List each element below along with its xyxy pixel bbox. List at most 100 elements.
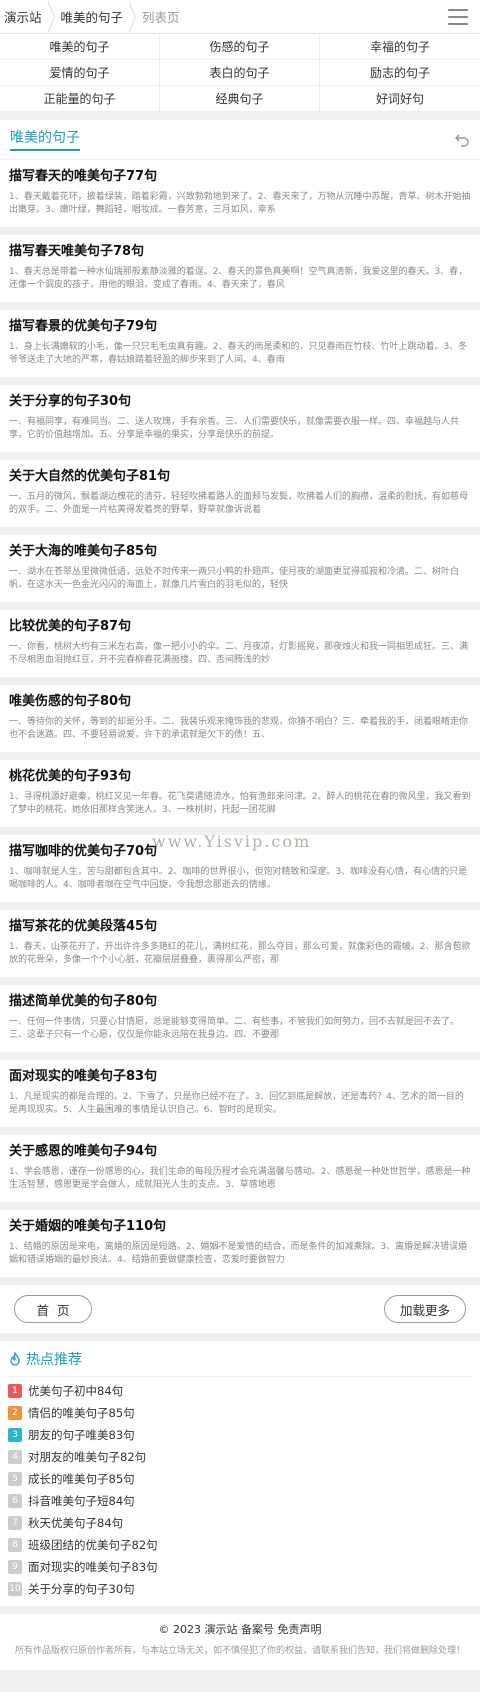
article-item[interactable]: 描写春天唯美句子78句 1、春天总是带着一种水仙瑞那般素静淡雅的着逞。2、春天的景… bbox=[0, 235, 480, 302]
hot-item[interactable]: 2 情侣的唯美句子85句 bbox=[8, 1402, 472, 1424]
article-title[interactable]: 描写春天唯美句子78句 bbox=[9, 243, 471, 261]
top-bar: 演示站 唯美的句子 列表页 bbox=[0, 0, 480, 34]
article-title[interactable]: 关于大自然的优美句子81句 bbox=[9, 468, 471, 486]
category-link[interactable]: 好词好句 bbox=[320, 86, 480, 112]
article-summary: 1、结婚的原因是来电，离婚的原因是短路。2、婚姻不是爱情的结合，而是条件的加减乘… bbox=[9, 1242, 468, 1265]
article-summary: 一、等待你的关怀，等到的却是分手。二、我装乐观来掩饰我的悲观，你猜不明白？三、牵… bbox=[9, 717, 469, 740]
article-summary: 一、五月的微风，飘着湖边槐花的清芬，轻轻吹拂着路人的面颊与发鬓，吹拂着人们的胸襟… bbox=[9, 492, 469, 515]
article-summary: 1、学会感恩，谨存一份感恩的心，我们生命的每段历程才会充满温馨与感动。2、感恩是… bbox=[9, 1167, 471, 1190]
rank-badge: 4 bbox=[8, 1450, 22, 1464]
article-title[interactable]: 描写春景的优美句子79句 bbox=[9, 318, 471, 336]
category-link[interactable]: 正能量的句子 bbox=[0, 86, 160, 112]
hot-item-link[interactable]: 朋友的句子唯美83句 bbox=[28, 1427, 135, 1443]
article-summary: 1、春天戴着花环，披着绿装，踏着彩霞，兴致勃勃地到来了。2、春天来了，万物从沉睡… bbox=[9, 192, 471, 215]
article-item[interactable]: 关于大海的唯美句子85句一、湖水在苍翠丛里微微低语，远处不时传来一两只小鸭的扑翅… bbox=[0, 535, 480, 602]
article-title[interactable]: 描述简单优美的句子80句 bbox=[9, 993, 471, 1011]
article-summary: 一、湖水在苍翠丛里微微低语，远处不时传来一两只小鸭的扑翅声，使月夜的湖面更显得孤… bbox=[9, 567, 460, 590]
article-summary: 1、春天总是带着一种水仙瑞那般素静淡雅的着逞。2、春天的景色真美啊！空气真清新，… bbox=[9, 267, 468, 290]
breadcrumb-separator bbox=[46, 0, 55, 34]
category-nav: 唯美的句子 伤感的句子 幸福的句子 爱情的句子 表白的句子 励志的句子 正能量的… bbox=[0, 34, 480, 112]
rank-badge: 5 bbox=[8, 1472, 22, 1486]
hot-item-link[interactable]: 关于分享的句子30句 bbox=[28, 1581, 135, 1597]
rank-badge: 10 bbox=[8, 1582, 22, 1596]
watermark: www.Yisvip.com bbox=[152, 832, 312, 851]
footer-notice: 所有作品版权归原创作者所有，与本站立场无关，如不慎侵犯了你的权益，请联系我们告知… bbox=[14, 1646, 465, 1656]
hot-item-link[interactable]: 班级团结的优美句子82句 bbox=[28, 1537, 158, 1553]
site-footer: © 2023 演示站 备案号 免责声明 所有作品版权归原创作者所有，与本站立场无… bbox=[0, 1614, 480, 1670]
hot-item-link[interactable]: 成长的唯美句子85句 bbox=[28, 1471, 135, 1487]
hot-item[interactable]: 1 优美句子初中84句 bbox=[8, 1380, 472, 1402]
back-icon[interactable] bbox=[454, 132, 470, 148]
rank-badge: 1 bbox=[8, 1384, 22, 1398]
category-link[interactable]: 表白的句子 bbox=[160, 60, 320, 86]
rank-badge: 7 bbox=[8, 1516, 22, 1530]
article-title[interactable]: 关于分享的句子30句 bbox=[9, 393, 471, 411]
article-summary: 1、春天，山茶花开了，开出许许多多艳红的花儿，满树红花，那么夺目，那么可爱，就像… bbox=[9, 942, 471, 965]
rank-badge: 3 bbox=[8, 1428, 22, 1442]
hot-item[interactable]: 9 面对现实的唯美句子83句 bbox=[8, 1556, 472, 1578]
hot-item-link[interactable]: 对朋友的唯美句子82句 bbox=[28, 1449, 146, 1465]
hot-item-link[interactable]: 抖音唯美句子短84句 bbox=[28, 1493, 135, 1509]
article-title[interactable]: 桃花优美的句子93句 bbox=[9, 768, 471, 786]
footer-copyright: © 2023 演示站 备案号 免责声明 bbox=[158, 1623, 322, 1636]
load-more-button[interactable]: 加载更多 bbox=[384, 1295, 466, 1323]
hot-list: 1 优美句子初中84句 2 情侣的唯美句子85句 3 朋友的句子唯美83句 4 对朋友的… bbox=[8, 1377, 472, 1600]
article-item[interactable]: 关于婚姻的唯美句子110句 1、结婚的原因是来电，离婚的原因是短路。2、婚姻不是爱… bbox=[0, 1210, 480, 1277]
article-item[interactable]: 描写春天的唯美句子77句 1、春天戴着花环，披着绿装，踏着彩霞，兴致勃勃地到来了。… bbox=[0, 160, 480, 227]
hot-item[interactable]: 4 对朋友的唯美句子82句 bbox=[8, 1446, 472, 1468]
article-item[interactable]: 桃花优美的句子93句 1、寻得桃源好避秦，桃红又见一年春。花飞莫遣随流水，怕有渔郎… bbox=[0, 760, 480, 827]
hot-item-link[interactable]: 优美句子初中84句 bbox=[28, 1383, 123, 1399]
breadcrumb-category[interactable]: 唯美的句子 bbox=[55, 0, 130, 34]
hot-item-link[interactable]: 面对现实的唯美句子83句 bbox=[28, 1559, 158, 1575]
article-item[interactable]: 比较优美的句子87句一、你看，桃树大约有三米左右高，像一把小小的伞。二、月夜凉，… bbox=[0, 610, 480, 677]
hamburger-menu-icon[interactable] bbox=[448, 9, 468, 25]
hot-item[interactable]: 7 秋天优美句子84句 bbox=[8, 1512, 472, 1534]
hot-item[interactable]: 6 抖音唯美句子短84句 bbox=[8, 1490, 472, 1512]
article-title[interactable]: 唯美伤感的句子80句 bbox=[9, 693, 471, 711]
article-title[interactable]: 面对现实的唯美句子83句 bbox=[9, 1068, 471, 1086]
article-item[interactable]: 描写春景的优美句子79句 1、身上长满嫩软的小毛，像一只只毛毛虫真有趣。2、春天的… bbox=[0, 310, 480, 377]
hot-recommend-panel: 热点推荐 1 优美句子初中84句 2 情侣的唯美句子85句 3 朋友的句子唯美83句 … bbox=[0, 1341, 480, 1606]
article-title[interactable]: 关于感恩的唯美句子94句 bbox=[9, 1143, 471, 1161]
hot-item[interactable]: 3 朋友的句子唯美83句 bbox=[8, 1424, 472, 1446]
hot-title-text: 热点推荐 bbox=[26, 1351, 82, 1368]
article-item[interactable]: 描写茶花的优美段落45句 1、春天，山茶花开了，开出许许多多艳红的花儿，满树红花，… bbox=[0, 910, 480, 977]
hot-item-link[interactable]: 秋天优美句子84句 bbox=[28, 1515, 123, 1531]
article-summary: 一、你看，桃树大约有三米左右高，像一把小小的伞。二、月夜凉，灯影摇晃，那夜烛火和… bbox=[9, 642, 469, 665]
rank-badge: 6 bbox=[8, 1494, 22, 1508]
article-summary: 一、有福同享，有难同当。二、送人玫瑰，手有余香。三、人们需要快乐，就像需要衣服一… bbox=[9, 417, 460, 440]
article-summary: 1、寻得桃源好避秦，桃红又见一年春。花飞莫遣随流水，怕有渔郎来问津。2、醉人的桃… bbox=[9, 792, 471, 815]
breadcrumb-home[interactable]: 演示站 bbox=[0, 0, 48, 34]
article-title[interactable]: 比较优美的句子87句 bbox=[9, 618, 471, 636]
article-item[interactable]: 关于感恩的唯美句子94句 1、学会感恩，谨存一份感恩的心，我们生命的每段历程才会充… bbox=[0, 1135, 480, 1202]
article-title[interactable]: 描写茶花的优美段落45句 bbox=[9, 918, 471, 936]
hot-item[interactable]: 5 成长的唯美句子85句 bbox=[8, 1468, 472, 1490]
article-summary: 1、凡是现实的都是合理的。2、下雪了，只是你已经不在了。3、回忆到底是解放，还是… bbox=[9, 1092, 464, 1115]
article-title[interactable]: 关于婚姻的唯美句子110句 bbox=[9, 1218, 471, 1236]
article-item[interactable]: 唯美伤感的句子80句一、等待你的关怀，等到的却是分手。二、我装乐观来掩饰我的悲观… bbox=[0, 685, 480, 752]
home-page-button[interactable]: 首页 bbox=[14, 1295, 92, 1323]
fire-icon bbox=[10, 1351, 20, 1366]
rank-badge: 9 bbox=[8, 1560, 22, 1574]
article-summary: 1、咖啡就是人生，苦与甜都包含其中。2、咖啡的世界很小，但饱对精致和深邃。3、咖… bbox=[9, 867, 468, 890]
pager: 首页 加载更多 bbox=[0, 1285, 480, 1333]
article-title[interactable]: 关于大海的唯美句子85句 bbox=[9, 543, 471, 561]
category-link[interactable]: 励志的句子 bbox=[320, 60, 480, 86]
article-item[interactable]: 面对现实的唯美句子83句 1、凡是现实的都是合理的。2、下雪了，只是你已经不在了。… bbox=[0, 1060, 480, 1127]
category-link[interactable]: 爱情的句子 bbox=[0, 60, 160, 86]
section-title: 唯美的句子 bbox=[10, 129, 80, 151]
hot-item-link[interactable]: 情侣的唯美句子85句 bbox=[28, 1405, 135, 1421]
article-title[interactable]: 描写春天的唯美句子77句 bbox=[9, 168, 471, 186]
article-item[interactable]: 描述简单优美的句子80句一、任何一件事情，只要心甘情愿，总是能够变得简单。二、有… bbox=[0, 985, 480, 1052]
hot-item[interactable]: 8 班级团结的优美句子82句 bbox=[8, 1534, 472, 1556]
article-item[interactable]: 关于分享的句子30句一、有福同享，有难同当。二、送人玫瑰，手有余香。三、人们需要… bbox=[0, 385, 480, 452]
category-link[interactable]: 经典句子 bbox=[160, 86, 320, 112]
category-link[interactable]: 唯美的句子 bbox=[0, 34, 160, 60]
breadcrumb-current: 列表页 bbox=[142, 10, 180, 25]
article-item[interactable]: 关于大自然的优美句子81句一、五月的微风，飘着湖边槐花的清芬，轻轻吹拂着路人的面… bbox=[0, 460, 480, 527]
hot-title: 热点推荐 bbox=[8, 1349, 82, 1369]
category-link[interactable]: 幸福的句子 bbox=[320, 34, 480, 60]
article-summary: 一、任何一件事情，只要心甘情愿，总是能够变得简单。二、有些事，不管我们如何努力，… bbox=[9, 1017, 460, 1040]
category-link[interactable]: 伤感的句子 bbox=[160, 34, 320, 60]
hot-item[interactable]: 10 关于分享的句子30句 bbox=[8, 1578, 472, 1600]
